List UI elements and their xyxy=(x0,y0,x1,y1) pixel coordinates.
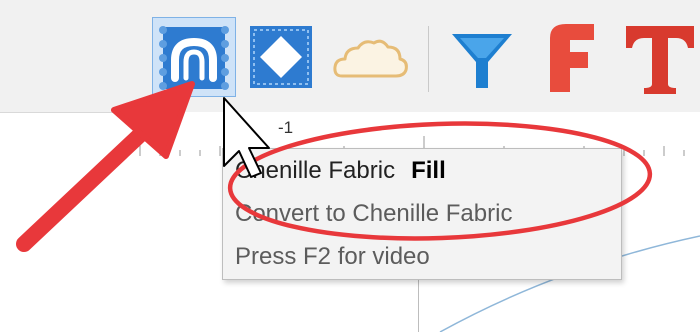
mouse-cursor-icon xyxy=(223,97,270,178)
